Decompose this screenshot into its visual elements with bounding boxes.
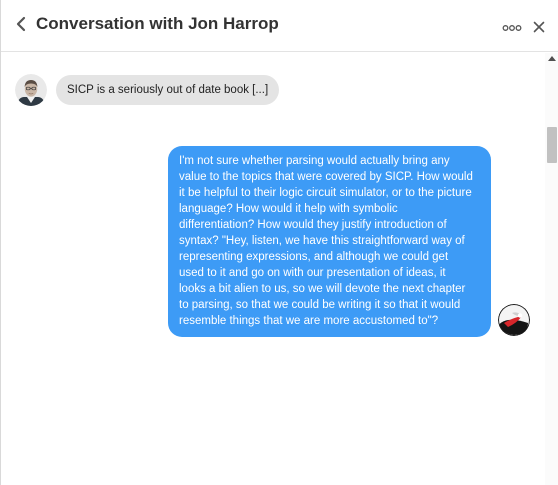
message-line: language? How would it help with symboli… (179, 203, 398, 215)
avatar[interactable] (15, 74, 47, 106)
message-line: I'm not sure whether parsing would actua… (179, 155, 450, 167)
scroll-up-arrow-icon[interactable] (548, 56, 556, 61)
three-dots-icon (502, 25, 522, 31)
message-line: it be helpful to their logic circuit sim… (179, 187, 472, 199)
jon-harrop-avatar (15, 74, 47, 106)
message-line: resemble things that we are more accusto… (179, 315, 439, 327)
chevron-left-icon (16, 16, 26, 32)
more-options-button[interactable] (501, 19, 523, 37)
conversation-title: Conversation with Jon Harrop (36, 14, 279, 33)
message-line: representing expressions, and although w… (179, 251, 449, 263)
back-button[interactable] (11, 13, 31, 35)
user-avatar (498, 304, 530, 336)
message-line: differentiation? How would they justify … (179, 219, 447, 231)
close-button[interactable] (530, 18, 548, 36)
message-line: looks a bit alien to us, so we will devo… (179, 283, 466, 295)
scrollbar-thumb[interactable] (547, 127, 557, 163)
outgoing-message[interactable]: I'm not sure whether parsing would actua… (168, 146, 491, 337)
message-line: value to the topics that were covered by… (179, 171, 473, 183)
message-line: used to it and go on with our presentati… (179, 267, 446, 279)
avatar[interactable] (498, 304, 530, 336)
message-line: syntax? "Hey, listen, we have this strai… (179, 235, 465, 247)
message-list: SICP is a seriously out of date book [..… (1, 53, 545, 485)
conversation-header: Conversation with Jon Harrop (1, 0, 558, 52)
close-icon (533, 21, 545, 33)
conversation-window: Conversation with Jon Harrop SICP is a s… (0, 0, 558, 485)
incoming-message[interactable]: SICP is a seriously out of date book [..… (56, 75, 280, 105)
message-line: to parsing, so that we could be writing … (179, 299, 461, 311)
scrollbar[interactable] (545, 53, 558, 485)
